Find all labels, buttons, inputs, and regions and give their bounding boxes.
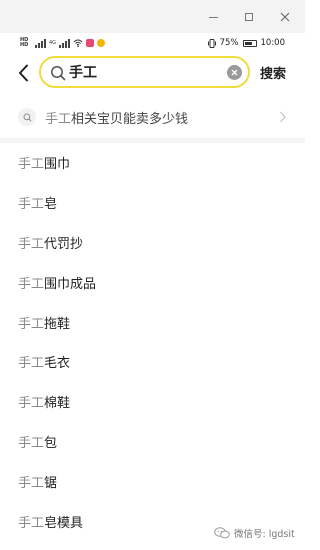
query-highlight: 手工 <box>18 157 45 173</box>
signal-icon <box>35 38 46 48</box>
clear-button[interactable] <box>227 65 242 80</box>
search-box[interactable] <box>39 56 250 88</box>
status-bar: HD HD 4G 75% 10:00 <box>0 33 305 53</box>
wechat-watermark: 微信号: lgdsit <box>214 526 295 540</box>
search-input[interactable] <box>69 61 219 83</box>
suggestion-item[interactable]: 手工 棉鞋 <box>0 382 305 422</box>
wechat-icon <box>214 527 230 539</box>
suggestion-rest: 相关宝贝能卖多少钱 <box>71 112 189 127</box>
suggestion-rest: 皂模具 <box>44 515 84 531</box>
close-icon <box>280 12 290 22</box>
query-highlight: 手工 <box>18 276 45 292</box>
status-left: HD HD 4G <box>20 36 106 50</box>
suggestion-rest: 围巾 <box>44 157 71 173</box>
network-type: 4G <box>49 40 57 46</box>
search-small-icon-wrap <box>18 108 36 126</box>
clock: 10:00 <box>260 38 286 48</box>
query-highlight: 手工 <box>18 197 45 213</box>
app-notification-icon <box>86 39 95 47</box>
search-header: 搜索 <box>0 53 305 93</box>
query-highlight: 手工 <box>18 316 45 332</box>
wifi-icon <box>73 39 83 47</box>
query-highlight: 手工 <box>18 236 45 252</box>
suggestion-rest: 毛衣 <box>44 356 71 372</box>
suggestion-rest: 拖鞋 <box>44 316 71 332</box>
search-button[interactable]: 搜索 <box>260 63 286 82</box>
query-highlight: 手工 <box>18 515 45 531</box>
sim-label: HD HD <box>20 37 29 48</box>
minimize-button[interactable] <box>204 8 222 26</box>
suggestion-item[interactable]: 手工 代罚抄 <box>0 223 305 263</box>
suggestion-item[interactable]: 手工包 <box>0 422 305 462</box>
chevron-right-icon <box>280 111 286 123</box>
vibrate-icon <box>207 38 216 48</box>
suggestion-item[interactable]: 手工皂 <box>0 183 305 223</box>
suggestion-list: 手工 围巾 手工皂 手工 代罚抄 手工 围巾成品 手工 拖鞋 手工 毛衣 手工 棉鞋 手工包… <box>0 143 305 541</box>
app-notification-icon-2 <box>97 39 106 47</box>
maximize-button[interactable] <box>240 8 258 26</box>
query-highlight: 手工 <box>18 396 45 412</box>
query-highlight: 手工 <box>18 475 45 491</box>
suggestion-rest: 棉鞋 <box>44 396 71 412</box>
status-right: 75% 10:00 <box>207 36 286 50</box>
back-button[interactable] <box>13 62 33 84</box>
suggestion-rest: 代罚抄 <box>44 236 84 252</box>
signal-icon-2 <box>59 38 71 48</box>
battery-icon <box>242 39 257 47</box>
search-small-icon <box>22 112 31 121</box>
suggestion-item[interactable]: 手工 围巾成品 <box>0 262 305 302</box>
suggestion-rest: 包 <box>44 435 58 451</box>
suggestion-item[interactable]: 手工 毛衣 <box>0 342 305 382</box>
minimize-icon <box>208 16 218 18</box>
query-highlight: 手工 <box>18 356 45 372</box>
price-suggestion-text: 手工相关宝贝能卖多少钱 <box>45 108 188 127</box>
close-button[interactable] <box>276 8 294 26</box>
back-arrow-icon <box>18 64 28 82</box>
suggestion-rest: 锯 <box>44 475 58 491</box>
query-highlight: 手工 <box>45 112 72 127</box>
suggestion-item[interactable]: 手工 围巾 <box>0 143 305 183</box>
suggestion-item[interactable]: 手工锯 <box>0 461 305 501</box>
watermark-text: 微信号: lgdsit <box>234 529 295 540</box>
search-icon <box>51 66 66 81</box>
suggestion-rest: 围巾成品 <box>44 276 97 292</box>
battery-percent: 75% <box>219 38 239 48</box>
query-highlight: 手工 <box>18 435 45 451</box>
window-title-bar <box>0 0 305 33</box>
suggestion-rest: 皂 <box>44 197 58 213</box>
price-suggestion[interactable]: 手工相关宝贝能卖多少钱 <box>0 96 305 138</box>
clear-icon <box>231 69 238 76</box>
suggestion-item[interactable]: 手工 拖鞋 <box>0 302 305 342</box>
maximize-icon <box>245 13 253 21</box>
